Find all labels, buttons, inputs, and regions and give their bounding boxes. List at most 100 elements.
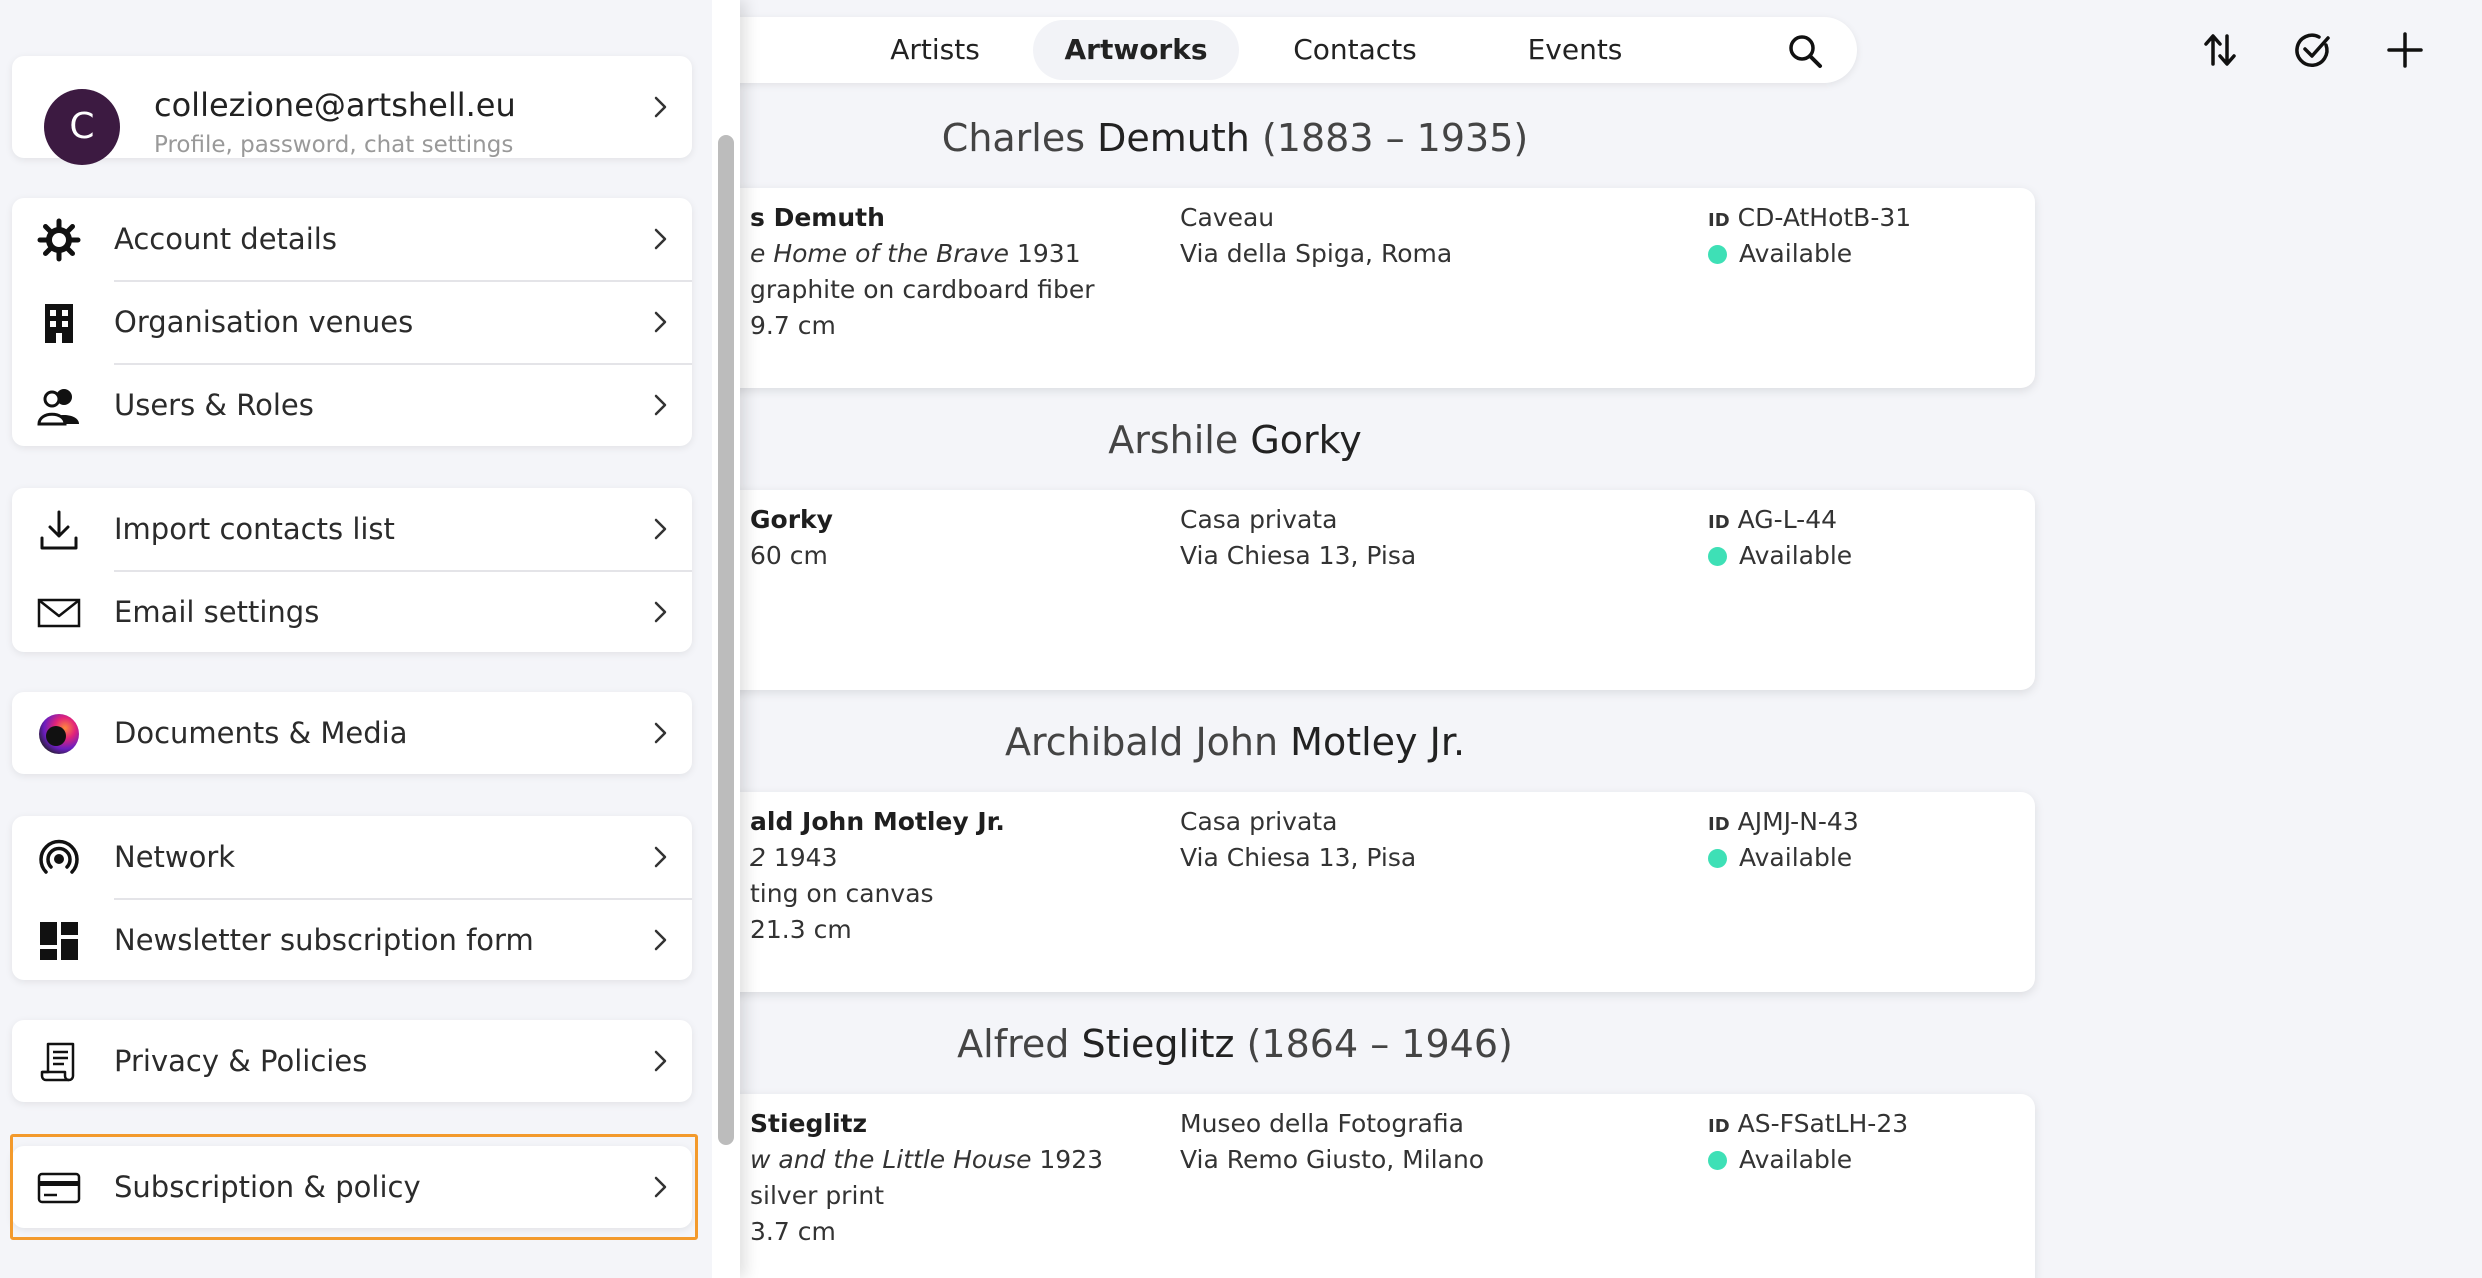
status-dot-icon (1708, 245, 1727, 264)
artwork-card[interactable]: s Demuth e Home of the Brave 1931 graphi… (560, 188, 2035, 388)
chevron-right-icon (654, 601, 667, 623)
top-navigation: Artists Artworks Contacts Events (635, 17, 1857, 83)
card-artist-name: s Demuth (750, 203, 885, 232)
card-medium: ting on canvas (750, 879, 934, 908)
menu-item-import-contacts[interactable]: Import contacts list (12, 488, 692, 570)
card-id: ID AS-FSatLH-23 (1708, 1109, 1909, 1138)
card-artist-name: Gorky (750, 505, 833, 534)
chevron-right-icon (654, 311, 667, 333)
artwork-card[interactable]: ald John Motley Jr. 2 1943 ting on canva… (560, 792, 2035, 992)
status-dot-icon (1708, 849, 1727, 868)
menu-item-label: Newsletter subscription form (114, 923, 534, 957)
plus-icon[interactable] (2385, 30, 2425, 70)
card-venue: Caveau (1180, 203, 1275, 232)
document-scroll-icon (40, 1042, 75, 1082)
gear-icon (37, 218, 81, 262)
card-venue: Casa privata (1180, 505, 1338, 534)
card-size: 60 cm (750, 541, 828, 570)
card-artist-name: ald John Motley Jr. (750, 807, 1005, 836)
selection-highlight (10, 1134, 698, 1240)
menu-item-label: Privacy & Policies (114, 1044, 368, 1078)
status-dot-icon (1708, 547, 1727, 566)
menu-item-privacy-policies[interactable]: Privacy & Policies (12, 1020, 692, 1102)
card-medium: silver print (750, 1181, 885, 1210)
settings-drawer: C collezione@artshell.eu Profile, passwo… (0, 0, 740, 1278)
menu-item-label: Account details (114, 222, 337, 256)
menu-item-documents-media[interactable]: Documents & Media (12, 692, 692, 774)
artist-heading: Charles Demuth (1883 – 1935) (941, 116, 1529, 160)
sort-icon[interactable] (2200, 30, 2240, 70)
card-artwork-title: w and the Little House 1923 (750, 1145, 1104, 1174)
card-artwork-title: 2 1943 (750, 843, 838, 872)
chevron-right-icon (654, 228, 667, 250)
users-icon (37, 389, 79, 426)
privacy-group: Privacy & Policies (12, 1020, 692, 1102)
card-size: 3.7 cm (750, 1217, 836, 1246)
chevron-right-icon (654, 1050, 667, 1072)
contacts-group: Import contacts list Email settings (12, 488, 692, 652)
card-artist-name: Stieglitz (750, 1109, 868, 1138)
card-venue: Museo della Fotografia (1180, 1109, 1464, 1138)
dashboard-icon (40, 922, 78, 960)
menu-item-label: Documents & Media (114, 716, 408, 750)
card-id: ID AJMJ-N-43 (1708, 807, 1859, 836)
card-size: 9.7 cm (750, 311, 836, 340)
menu-item-label: Import contacts list (114, 512, 395, 546)
user-subtitle: Profile, password, chat settings (154, 132, 514, 158)
tab-artworks[interactable]: Artworks (1033, 20, 1239, 80)
artist-heading: Arshile Gorky (1108, 418, 1362, 462)
check-circle-icon[interactable] (2293, 30, 2333, 70)
artist-heading: Alfred Stieglitz (1864 – 1946) (957, 1022, 1513, 1066)
scrollbar-thumb[interactable] (718, 135, 734, 1145)
card-artwork-title: e Home of the Brave 1931 (750, 239, 1081, 268)
artist-heading: Archibald John Motley Jr. (1004, 720, 1466, 764)
network-group: Network Newsletter subscription form (12, 816, 692, 980)
chevron-right-icon (654, 96, 667, 118)
chevron-right-icon (654, 929, 667, 951)
avatar: C (44, 89, 120, 165)
chevron-right-icon (654, 518, 667, 540)
menu-item-users-roles[interactable]: Users & Roles (12, 364, 692, 446)
menu-item-label: Users & Roles (114, 388, 314, 422)
artwork-card[interactable]: Gorky 60 cm Casa privata Via Chiesa 13, … (560, 490, 2035, 690)
account-group: Account details Organisation venues User… (12, 198, 692, 446)
menu-item-label: Network (114, 840, 236, 874)
card-medium: graphite on cardboard fiber (750, 275, 1095, 304)
documents-group: Documents & Media (12, 692, 692, 774)
card-venue: Casa privata (1180, 807, 1338, 836)
building-icon (45, 304, 73, 343)
user-email: collezione@artshell.eu (154, 86, 516, 124)
status-badge: Available (1708, 840, 1852, 876)
tab-contacts[interactable]: Contacts (1255, 20, 1455, 80)
search-icon[interactable] (1785, 31, 1825, 71)
chevron-right-icon (654, 846, 667, 868)
status-dot-icon (1708, 1151, 1727, 1170)
menu-item-network[interactable]: Network (12, 816, 692, 898)
media-orb-icon (39, 714, 79, 754)
status-badge: Available (1708, 538, 1852, 574)
card-address: Via Remo Giusto, Milano (1180, 1145, 1485, 1174)
tab-artists[interactable]: Artists (855, 20, 1015, 80)
chevron-right-icon (654, 394, 667, 416)
card-id: ID AG-L-44 (1708, 505, 1838, 534)
menu-item-newsletter-form[interactable]: Newsletter subscription form (12, 899, 692, 981)
menu-item-label: Email settings (114, 595, 320, 629)
status-badge: Available (1708, 1142, 1852, 1178)
menu-item-email-settings[interactable]: Email settings (12, 571, 692, 653)
chevron-right-icon (654, 722, 667, 744)
card-address: Via della Spiga, Roma (1180, 239, 1453, 268)
network-icon (39, 839, 79, 874)
menu-item-account-details[interactable]: Account details (12, 198, 692, 280)
menu-item-organisation-venues[interactable]: Organisation venues (12, 281, 692, 363)
profile-card[interactable]: C collezione@artshell.eu Profile, passwo… (12, 56, 692, 165)
artwork-card[interactable]: Stieglitz w and the Little House 1923 si… (560, 1094, 2035, 1278)
envelope-icon (37, 598, 81, 628)
download-icon (40, 510, 78, 550)
tab-events[interactable]: Events (1475, 20, 1675, 80)
card-id: ID CD-AtHotB-31 (1708, 203, 1912, 232)
card-address: Via Chiesa 13, Pisa (1180, 541, 1417, 570)
card-address: Via Chiesa 13, Pisa (1180, 843, 1417, 872)
card-size: 21.3 cm (750, 915, 852, 944)
menu-item-label: Organisation venues (114, 305, 414, 339)
status-badge: Available (1708, 236, 1852, 272)
